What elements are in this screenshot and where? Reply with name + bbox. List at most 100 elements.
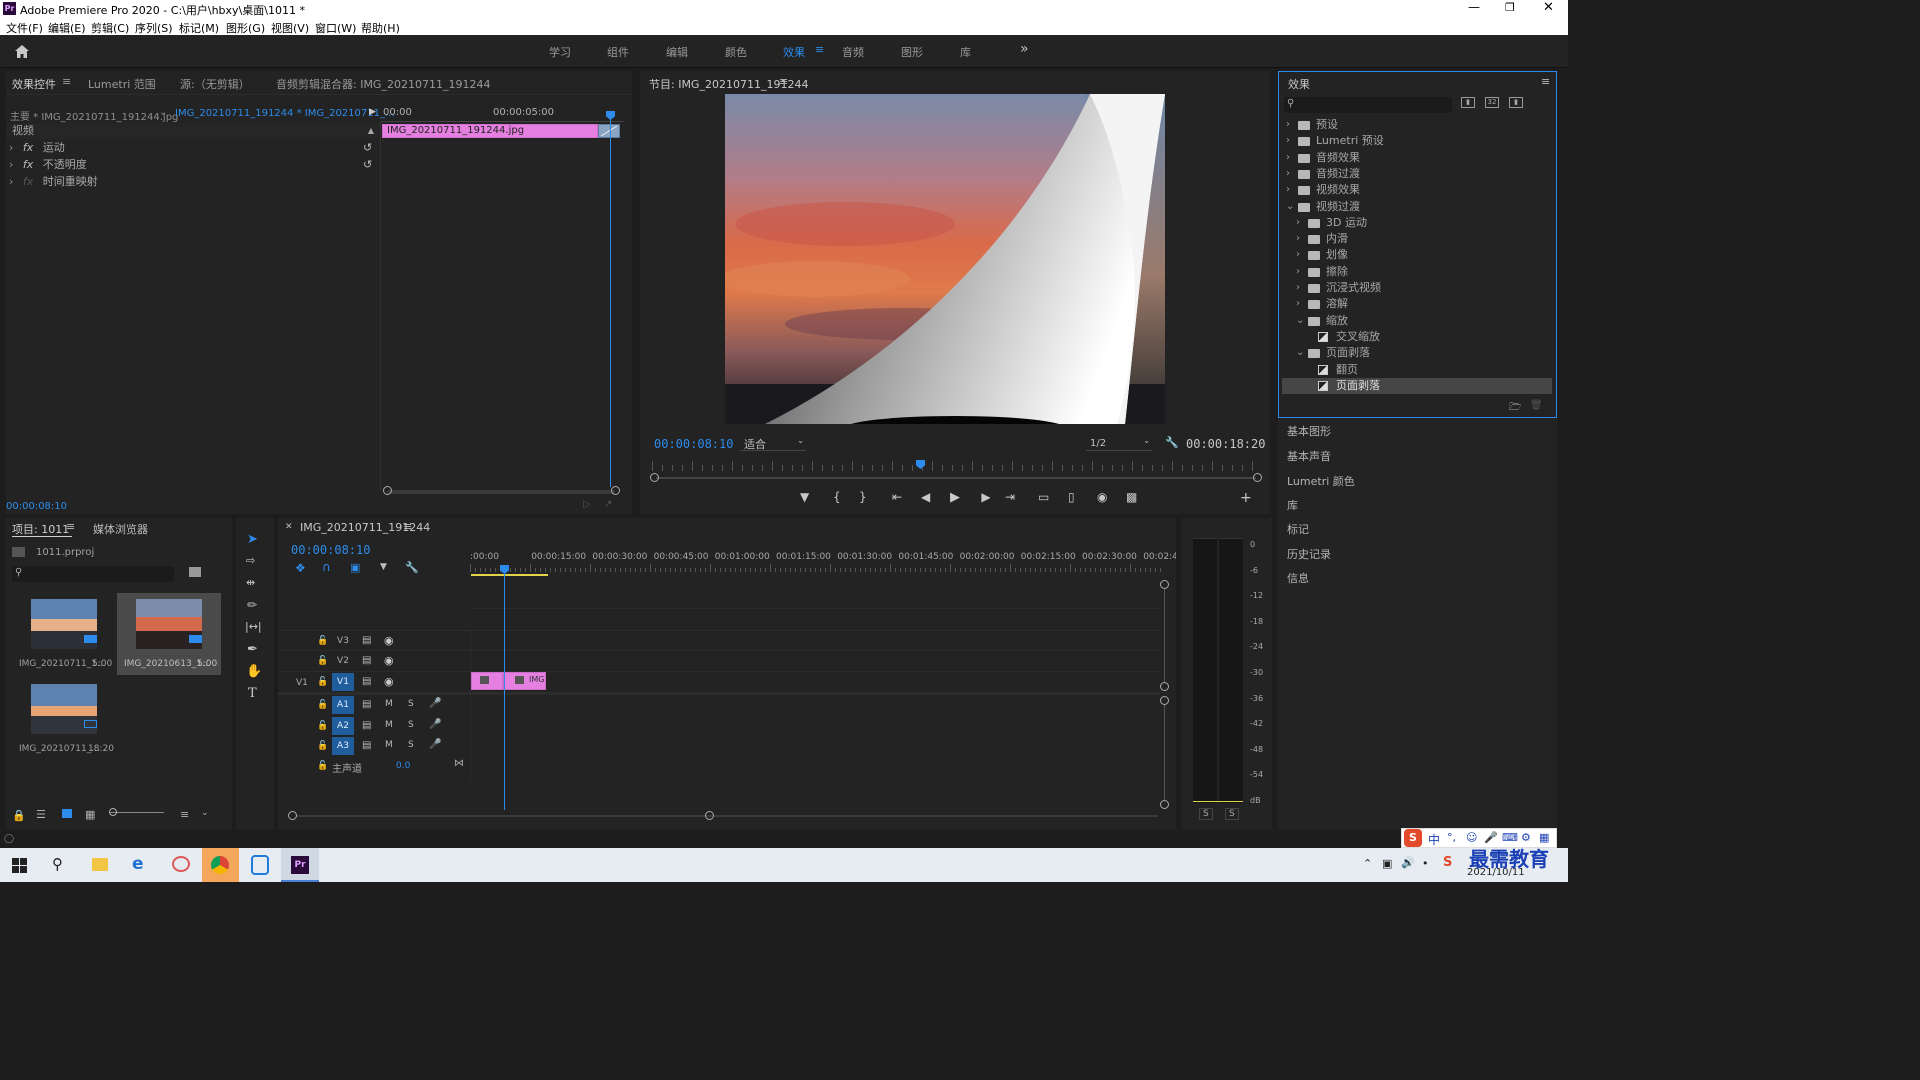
file-explorer-icon[interactable] — [92, 858, 108, 871]
ec-scrollbar[interactable] — [387, 490, 615, 494]
sogou-icon[interactable]: S — [1443, 855, 1452, 870]
sogou-logo-icon[interactable]: S — [1404, 829, 1422, 847]
effects-tree-folder[interactable]: › 沉浸式视频 — [1282, 280, 1552, 296]
effects-search-input[interactable]: ⚲ — [1284, 97, 1452, 113]
effects-tree-folder[interactable]: ⌄ 缩放 — [1282, 313, 1552, 329]
ec-scroll-handle-left[interactable] — [383, 486, 392, 495]
timeline-zoom-handle-right[interactable] — [705, 811, 714, 820]
solo-button[interactable]: S — [408, 699, 414, 709]
chevron-down-icon[interactable]: ⌄ — [1286, 199, 1294, 215]
effects-tree-effect[interactable]: 翻页 — [1282, 362, 1552, 378]
program-time-ruler[interactable] — [652, 457, 1258, 471]
tab-project[interactable]: 项目: 1011 — [12, 521, 69, 537]
work-area-bar[interactable] — [471, 574, 548, 576]
project-search-input[interactable]: ⚲ — [12, 566, 174, 582]
effect-row-time-remap[interactable]: › fx 时间重映射 — [6, 174, 380, 190]
timeline-menu-icon[interactable]: ≡ — [403, 520, 412, 533]
track-target-v3[interactable]: V3 — [332, 632, 354, 650]
project-item[interactable]: IMG_20210711_1... 5:00 — [12, 593, 116, 675]
timeline-horizontal-scrollbar[interactable] — [296, 815, 1158, 817]
linked-selection-icon[interactable]: ▣ — [350, 561, 360, 574]
workspace-tab-libraries[interactable]: 库 — [960, 44, 971, 60]
effects-panel-title[interactable]: 效果 — [1288, 76, 1310, 92]
mark-out-icon[interactable]: } — [859, 490, 867, 504]
chevron-right-icon[interactable]: › — [1286, 150, 1290, 166]
zoom-slider[interactable] — [109, 812, 164, 813]
comparison-view-icon[interactable]: ▩ — [1126, 490, 1137, 504]
audio-scroll-handle-bottom[interactable] — [1160, 800, 1169, 809]
close-icon[interactable]: ✕ — [1543, 0, 1554, 15]
track-lock-icon[interactable]: 🔓 — [317, 656, 328, 666]
timeline-clip-transition[interactable] — [471, 672, 503, 690]
menu-graphics[interactable]: 图形(G) — [226, 20, 265, 36]
program-scrubber-end[interactable] — [1253, 473, 1262, 482]
timeline-ruler[interactable]: :00:00 00:00:15:00 00:00:30:00 00:00:45:00 0… — [470, 552, 1176, 574]
pen-tool-icon[interactable]: ✒ — [247, 642, 258, 657]
effects-tree-folder[interactable]: › 音频效果 — [1282, 150, 1552, 166]
program-menu-icon[interactable]: ≡ — [779, 75, 788, 88]
effects-tree-folder[interactable]: › 3D 运动 — [1282, 215, 1552, 231]
chevron-right-icon[interactable]: › — [1286, 133, 1290, 149]
ime-icon[interactable]: • — [1422, 857, 1429, 870]
workspace-tab-graphics[interactable]: 图形 — [901, 44, 923, 60]
list-view-icon[interactable]: ☰ — [36, 808, 46, 821]
track-lock-icon[interactable]: 🔓 — [317, 721, 328, 731]
eye-icon[interactable]: ◉ — [384, 654, 394, 667]
reset-icon[interactable]: ↺ — [363, 157, 372, 173]
effects-tree-folder[interactable]: ⌄ 页面剥落 — [1282, 345, 1552, 361]
audio-scroll-handle-top[interactable] — [1160, 696, 1169, 705]
eye-icon[interactable]: ◉ — [384, 675, 394, 688]
toggle-sync-lock-icon[interactable]: ▤ — [362, 740, 371, 751]
tray-chevron-icon[interactable]: ⌃ — [1363, 857, 1372, 870]
effects-tree-folder[interactable]: ⌄ 视频过渡 — [1282, 199, 1552, 215]
delete-icon[interactable]: 🗑 — [1530, 400, 1543, 411]
menu-clip[interactable]: 剪辑(C) — [91, 20, 129, 36]
effects-panel-menu-icon[interactable]: ≡ — [1541, 75, 1550, 88]
yuv-effects-icon[interactable]: ▮ — [1509, 97, 1523, 108]
step-back-icon[interactable]: ◀ — [921, 490, 933, 504]
lift-icon[interactable]: ▭ — [1038, 490, 1049, 504]
effects-tree-effect[interactable]: 交叉缩放 — [1282, 329, 1552, 345]
sequence-clip-label[interactable]: IMG_20210711_191244 * IMG_20210711_... — [175, 108, 395, 119]
track-target-a1[interactable]: A1 — [332, 696, 354, 714]
sequence-clip-dropdown[interactable]: ⌄ — [159, 107, 167, 118]
fit-dropdown[interactable]: 适合 ⌄ — [740, 436, 806, 451]
solo-left-button[interactable]: S — [1199, 808, 1213, 820]
reset-icon[interactable]: ↺ — [363, 140, 372, 156]
program-video-frame[interactable] — [725, 94, 1165, 424]
toggle-sync-lock-icon[interactable]: ▤ — [362, 655, 371, 666]
effect-row-motion[interactable]: › fx 运动 ↺ — [6, 140, 380, 156]
panel-markers[interactable]: 标记 — [1287, 521, 1309, 537]
chevron-down-icon[interactable]: ⌄ — [1296, 313, 1304, 329]
master-lock-icon[interactable]: 🔓 — [317, 761, 328, 771]
program-scrubber-start[interactable] — [650, 473, 659, 482]
hand-tool-icon[interactable]: ✋ — [246, 664, 262, 679]
ec-filter-icon[interactable]: ▷ — [583, 499, 591, 510]
status-icon[interactable]: ◯ — [4, 834, 14, 844]
premiere-pr-icon[interactable]: Pr — [291, 856, 309, 874]
panel-libraries[interactable]: 库 — [1287, 497, 1298, 513]
source-patch-v1[interactable]: V1 — [296, 678, 308, 688]
eye-icon[interactable]: ◉ — [384, 634, 394, 647]
mark-in-icon[interactable]: { — [833, 490, 841, 504]
chevron-right-icon[interactable]: › — [1286, 182, 1290, 198]
add-marker-icon[interactable]: ▼ — [380, 562, 387, 572]
ime-emoji-icon[interactable]: ☺ — [1466, 831, 1477, 844]
panel-essential-graphics[interactable]: 基本图形 — [1287, 423, 1331, 439]
ripple-edit-tool-icon[interactable]: ⇹ — [246, 576, 255, 589]
ec-export-icon[interactable]: ↗ — [604, 499, 612, 510]
edge-browser-icon[interactable]: e — [132, 854, 144, 874]
effects-tree-folder[interactable]: › 视频效果 — [1282, 182, 1552, 198]
voice-over-mic-icon[interactable]: 🎤 — [429, 698, 441, 709]
workspace-tab-color[interactable]: 颜色 — [725, 44, 747, 60]
new-bin-search-icon[interactable] — [189, 567, 201, 577]
export-frame-camera-icon[interactable]: ◉ — [1097, 490, 1107, 504]
solo-button[interactable]: S — [408, 740, 414, 750]
timeline-zoom-handle-left[interactable] — [288, 811, 297, 820]
chevron-down-icon[interactable]: ⌄ — [1296, 345, 1304, 361]
sort-dropdown-icon[interactable]: ⌄ — [201, 808, 209, 818]
workspace-menu-icon[interactable]: ≡ — [815, 43, 824, 56]
effects-tree-folder[interactable]: › 音频过渡 — [1282, 166, 1552, 182]
razor-tool-icon[interactable]: ✏ — [247, 598, 257, 612]
workspace-tab-editing[interactable]: 编辑 — [666, 44, 688, 60]
